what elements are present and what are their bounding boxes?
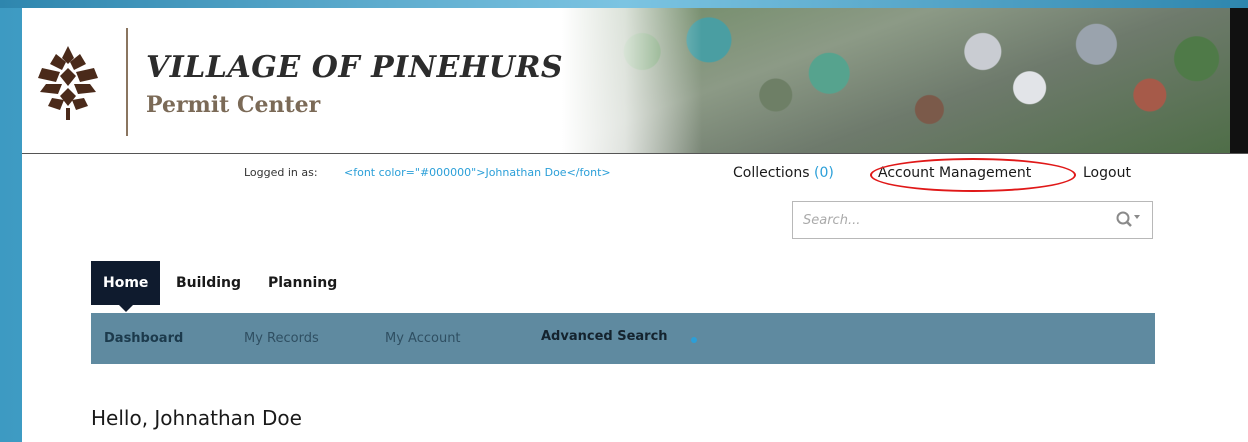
header-banner: VILLAGE OF PINEHURST Permit Center [22, 8, 1248, 154]
highlight-ellipse [870, 158, 1076, 192]
logo-divider [126, 28, 128, 136]
collections-count: (0) [814, 165, 834, 181]
search-box [792, 201, 1153, 239]
collections-label: Collections [733, 165, 810, 181]
subnav-dashboard[interactable]: Dashboard [104, 313, 183, 364]
logged-in-label: Logged in as: [244, 166, 318, 179]
tab-building[interactable]: Building [176, 261, 241, 305]
search-dropdown-icon[interactable] [1115, 210, 1141, 230]
tab-home[interactable]: Home [91, 261, 161, 312]
subnav-my-account[interactable]: My Account [385, 313, 461, 364]
subnav-my-records[interactable]: My Records [244, 313, 319, 364]
logged-in-user: <font color="#000000">Johnathan Doe</fon… [344, 166, 611, 179]
subnav-advanced-search[interactable]: Advanced Search [541, 313, 668, 360]
advanced-search-indicator-icon [691, 337, 697, 343]
greeting-heading: Hello, Johnathan Doe [91, 406, 302, 430]
collections-link[interactable]: Collections (0) [733, 164, 834, 182]
site-subtitle: Permit Center [146, 92, 321, 118]
secondary-nav: Dashboard My Records My Account Advanced… [91, 313, 1155, 364]
browser-page: VILLAGE OF PINEHURST Permit Center Logge… [22, 8, 1248, 442]
tab-planning[interactable]: Planning [268, 261, 337, 305]
pinecone-logo-icon [38, 46, 98, 120]
aerial-photo [562, 8, 1230, 153]
banner-edge [1230, 8, 1248, 153]
site-title: VILLAGE OF PINEHURST [146, 50, 586, 85]
logout-link[interactable]: Logout [1083, 164, 1131, 182]
search-input[interactable] [793, 202, 1093, 238]
